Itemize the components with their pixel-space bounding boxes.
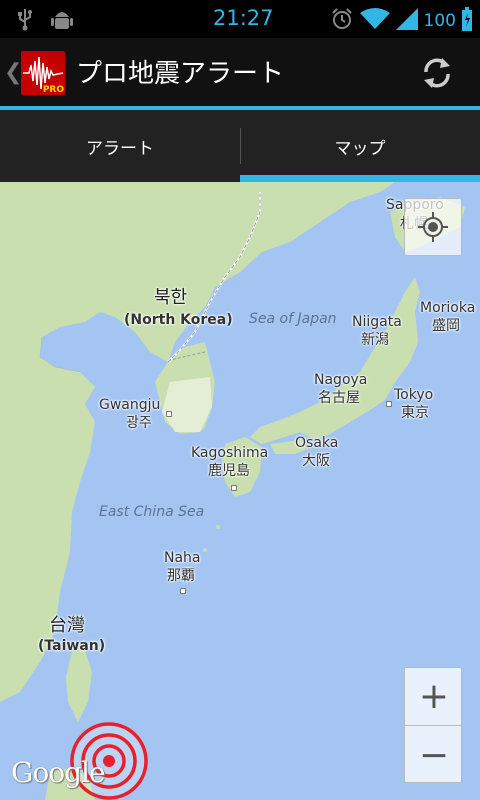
- tab-map[interactable]: マップ: [240, 110, 480, 182]
- nagoya-label-en: Nagoya: [314, 372, 368, 388]
- honshu: [250, 277, 420, 444]
- osaka-label-en: Osaka: [295, 435, 339, 451]
- taiwan-label-en: (Taiwan): [38, 638, 106, 654]
- battery-icon: [462, 7, 472, 35]
- niigata-label-jp: 新潟: [361, 332, 389, 348]
- action-bar: ❮ PRO プロ地震アラート: [0, 38, 480, 106]
- kagoshima-label-jp: 鹿児島: [208, 463, 250, 479]
- kagoshima-marker: [231, 485, 237, 491]
- taiwan-label-zh: 台灣: [49, 615, 85, 636]
- naha-marker: [180, 588, 186, 594]
- map-view[interactable]: Sapporo 札幌 북한 (North Korea) Sea of Japan…: [0, 182, 480, 800]
- tab-alert[interactable]: アラート: [0, 110, 240, 182]
- naha-label-en: Naha: [164, 550, 201, 566]
- kagoshima-label-en: Kagoshima: [191, 445, 269, 461]
- status-bar: 21:27 100: [0, 0, 480, 38]
- refresh-icon: [424, 58, 450, 88]
- google-logo: Google: [11, 756, 106, 789]
- signal-icon: [395, 8, 418, 34]
- north-korea-label-kr: 북한: [154, 287, 188, 308]
- sea-of-japan-label: Sea of Japan: [249, 311, 337, 327]
- niigata-label-en: Niigata: [352, 314, 402, 330]
- east-china-sea-label: East China Sea: [99, 504, 205, 520]
- zoom-controls: + −: [404, 667, 463, 784]
- up-caret-icon[interactable]: ❮: [4, 60, 22, 85]
- zoom-out-button[interactable]: −: [405, 726, 463, 784]
- pro-badge: PRO: [42, 85, 64, 95]
- osaka-label-jp: 大阪: [302, 453, 330, 469]
- clock: 21:27: [213, 6, 274, 30]
- wifi-icon: [359, 8, 390, 34]
- alarm-icon: [330, 7, 354, 35]
- morioka-label-jp: 盛岡: [432, 318, 460, 334]
- naha-label-jp: 那覇: [167, 568, 195, 584]
- tab-separator: [240, 128, 241, 164]
- gwangju-label-en: Gwangju: [99, 397, 161, 413]
- app-icon[interactable]: PRO: [21, 51, 65, 95]
- battery-level: 100: [423, 11, 456, 31]
- morioka-label-en: Morioka: [420, 300, 476, 316]
- my-location-button[interactable]: [404, 198, 462, 256]
- usb-icon: [14, 7, 36, 37]
- north-korea-label-en: (North Korea): [124, 312, 233, 328]
- nagoya-label-jp: 名古屋: [318, 390, 360, 406]
- taiwan-island: [66, 647, 92, 722]
- page-title: プロ地震アラート: [76, 59, 285, 89]
- refresh-button[interactable]: [418, 54, 456, 92]
- gwangju-label-kr: 광주: [126, 415, 152, 431]
- tokyo-label-jp: 東京: [401, 405, 429, 421]
- gwangju-marker: [166, 411, 172, 417]
- tokyo-label-en: Tokyo: [394, 387, 434, 403]
- tokyo-marker: [386, 401, 392, 407]
- android-debug-icon: [50, 7, 74, 37]
- zoom-in-button[interactable]: +: [405, 668, 463, 726]
- crosshair-icon: [418, 212, 448, 242]
